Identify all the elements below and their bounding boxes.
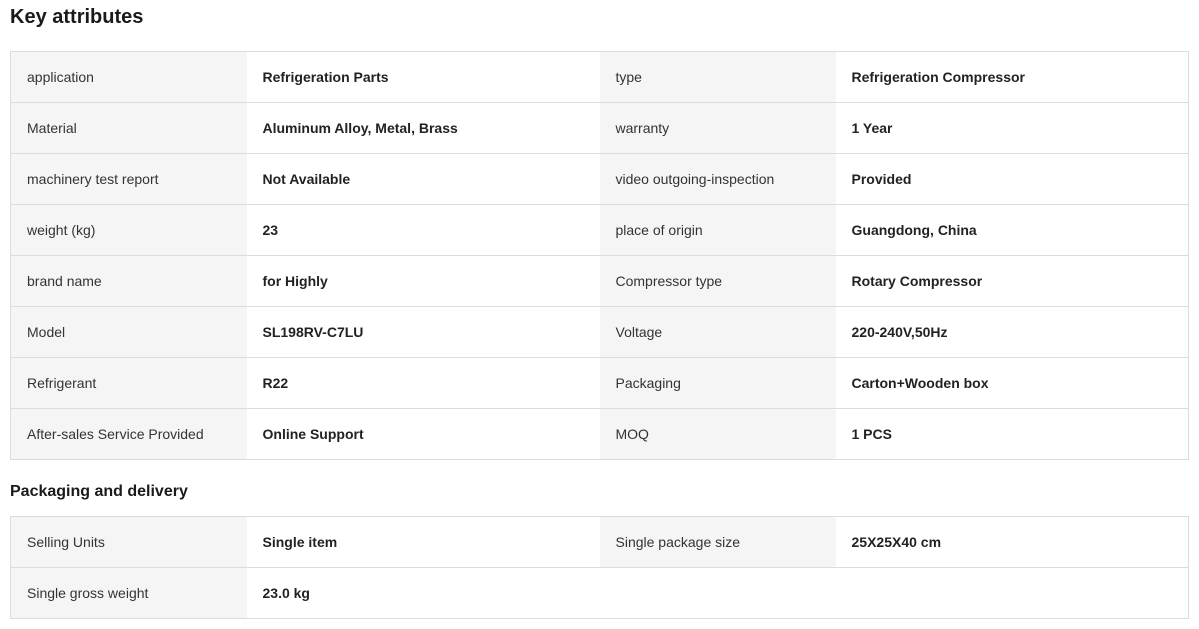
attribute-label-video-inspection: video outgoing-inspection xyxy=(599,153,836,205)
attribute-value-weight: 23 xyxy=(246,204,600,256)
attribute-row: application Refrigeration Parts type Ref… xyxy=(10,51,1189,103)
attribute-value-compressor-type: Rotary Compressor xyxy=(835,255,1189,307)
attribute-value-application: Refrigeration Parts xyxy=(246,51,600,103)
attribute-value-gross-weight: 23.0 kg xyxy=(246,567,600,619)
attribute-value-selling-units: Single item xyxy=(246,516,600,568)
attribute-label-machinery-test-report: machinery test report xyxy=(10,153,247,205)
attribute-label-material: Material xyxy=(10,102,247,154)
attribute-label-voltage: Voltage xyxy=(599,306,836,358)
attribute-row: Selling Units Single item Single package… xyxy=(10,516,1189,568)
attribute-value-after-sales-service: Online Support xyxy=(246,408,600,460)
attribute-row: After-sales Service Provided Online Supp… xyxy=(10,408,1189,460)
attribute-label-warranty: warranty xyxy=(599,102,836,154)
attribute-row: Refrigerant R22 Packaging Carton+Wooden … xyxy=(10,357,1189,409)
attribute-label-model: Model xyxy=(10,306,247,358)
attribute-value-package-size: 25X25X40 cm xyxy=(835,516,1189,568)
attribute-label-after-sales-service: After-sales Service Provided xyxy=(10,408,247,460)
attribute-value-brand-name: for Highly xyxy=(246,255,600,307)
attribute-label-place-of-origin: place of origin xyxy=(599,204,836,256)
packaging-delivery-table: Selling Units Single item Single package… xyxy=(10,516,1189,619)
key-attributes-table: application Refrigeration Parts type Ref… xyxy=(10,51,1189,460)
attribute-label-weight: weight (kg) xyxy=(10,204,247,256)
attribute-label-brand-name: brand name xyxy=(10,255,247,307)
attribute-value-warranty: 1 Year xyxy=(835,102,1189,154)
attribute-row: weight (kg) 23 place of origin Guangdong… xyxy=(10,204,1189,256)
attribute-value-refrigerant: R22 xyxy=(246,357,600,409)
attribute-value-model: SL198RV-C7LU xyxy=(246,306,600,358)
attribute-value-voltage: 220-240V,50Hz xyxy=(835,306,1189,358)
attribute-label-packaging: Packaging xyxy=(599,357,836,409)
attribute-label-refrigerant: Refrigerant xyxy=(10,357,247,409)
attribute-label-type: type xyxy=(599,51,836,103)
attribute-value-machinery-test-report: Not Available xyxy=(246,153,600,205)
attribute-row: machinery test report Not Available vide… xyxy=(10,153,1189,205)
attribute-row: Model SL198RV-C7LU Voltage 220-240V,50Hz xyxy=(10,306,1189,358)
attribute-value-type: Refrigeration Compressor xyxy=(835,51,1189,103)
attribute-label-application: application xyxy=(10,51,247,103)
attribute-label-package-size: Single package size xyxy=(599,516,836,568)
attribute-value-material: Aluminum Alloy, Metal, Brass xyxy=(246,102,600,154)
packaging-delivery-title: Packaging and delivery xyxy=(10,483,188,500)
attribute-value-moq: 1 PCS xyxy=(835,408,1189,460)
attribute-value-packaging: Carton+Wooden box xyxy=(835,357,1189,409)
attribute-label-compressor-type: Compressor type xyxy=(599,255,836,307)
key-attributes-title: Key attributes xyxy=(10,6,144,28)
attribute-value-place-of-origin: Guangdong, China xyxy=(835,204,1189,256)
attribute-label-moq: MOQ xyxy=(599,408,836,460)
attribute-row: Single gross weight 23.0 kg xyxy=(10,567,1189,619)
attribute-value-video-inspection: Provided xyxy=(835,153,1189,205)
attribute-label-gross-weight: Single gross weight xyxy=(10,567,247,619)
empty-cell xyxy=(835,567,1189,619)
attribute-label-selling-units: Selling Units xyxy=(10,516,247,568)
attribute-row: brand name for Highly Compressor type Ro… xyxy=(10,255,1189,307)
empty-cell xyxy=(599,567,836,619)
attribute-row: Material Aluminum Alloy, Metal, Brass wa… xyxy=(10,102,1189,154)
